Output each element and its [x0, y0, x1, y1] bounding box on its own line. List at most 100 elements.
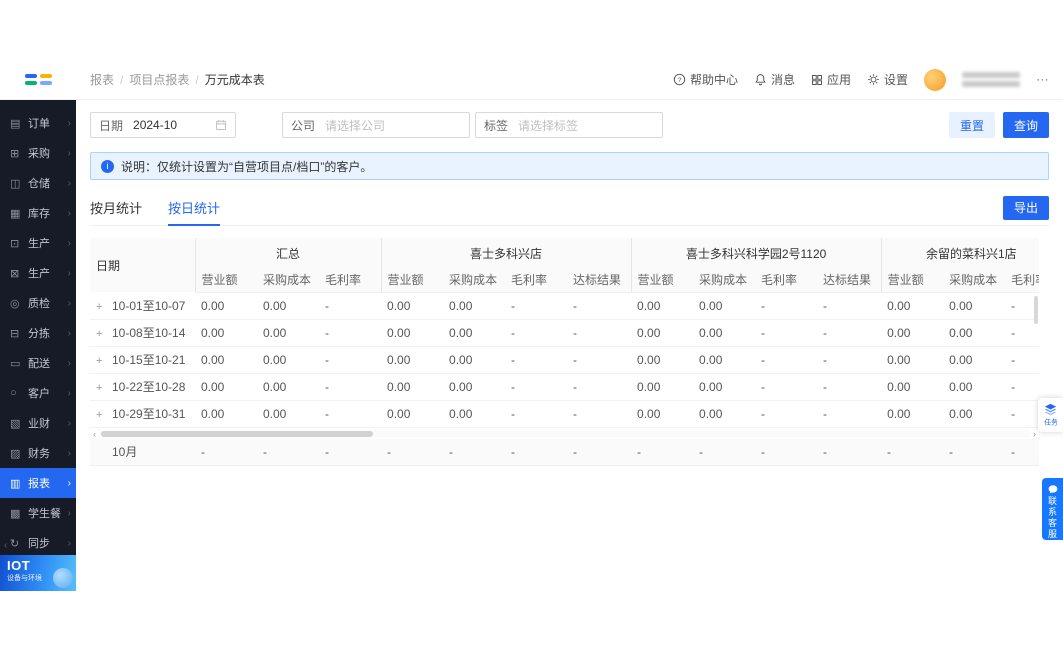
- table-cell: 0.00: [195, 400, 257, 428]
- row-date-cell: +10-29至10-31: [90, 400, 195, 428]
- query-button[interactable]: 查询: [1002, 112, 1049, 138]
- col-header: 采购成本: [257, 268, 319, 293]
- summary-row: 10月 - - - - - - - - - - - - - -: [90, 438, 1039, 466]
- sidebar-item-reports[interactable]: ▥ 报表 ›: [0, 468, 76, 498]
- table-cell: -: [567, 319, 632, 347]
- table-cell: 0.00: [631, 400, 694, 428]
- sidebar-item-orders[interactable]: ▤ 订单 ›: [0, 108, 76, 138]
- table-cell: 0.00: [943, 319, 1006, 347]
- expand-toggle[interactable]: +: [96, 355, 107, 367]
- svg-text:?: ?: [678, 77, 682, 84]
- production-2-icon: ⊠: [10, 267, 20, 280]
- user-avatar[interactable]: [924, 68, 946, 91]
- biz-finance-icon: ▧: [10, 417, 21, 430]
- table-row: +10-22至10-28 0.00 0.00-0.00 0.00- -0.00 0.00-…: [90, 373, 1039, 401]
- chevron-right-icon: ›: [67, 267, 71, 279]
- breadcrumb-item[interactable]: 项目点报表: [129, 71, 189, 88]
- table-cell: -: [943, 438, 1005, 466]
- scrollbar-track[interactable]: [99, 429, 1030, 438]
- sidebar-item-label: 学生餐: [28, 508, 61, 520]
- contact-support-widget[interactable]: 联系客服: [1042, 478, 1063, 540]
- iot-robot-image: [53, 568, 73, 588]
- tasks-widget[interactable]: 任务: [1038, 398, 1063, 432]
- company-filter[interactable]: 公司 请选择公司: [282, 112, 470, 138]
- help-center-link[interactable]: ? 帮助中心: [673, 71, 738, 88]
- expand-toggle[interactable]: +: [96, 328, 107, 340]
- breadcrumb: 报表 / 项目点报表 / 万元成本表: [90, 71, 265, 88]
- app-logo[interactable]: [0, 60, 76, 100]
- date-filter-value: 2024-10: [133, 118, 178, 132]
- tag-filter-placeholder: 请选择标签: [518, 118, 579, 133]
- sidebar-item-student-meal[interactable]: ▩ 学生餐 ›: [0, 498, 76, 528]
- expand-toggle[interactable]: +: [96, 301, 107, 313]
- sidebar-item-label: 采购: [28, 148, 50, 160]
- company-filter-placeholder: 请选择公司: [325, 118, 386, 133]
- vertical-scrollbar-thumb[interactable]: [1034, 296, 1038, 324]
- expand-toggle[interactable]: +: [96, 382, 107, 394]
- col-header: 毛利率: [1005, 268, 1039, 293]
- finance-icon: ▨: [10, 447, 21, 460]
- reset-button[interactable]: 重置: [948, 112, 995, 138]
- sidebar-item-label: 业财: [28, 418, 50, 430]
- tab-monthly[interactable]: 按月统计: [90, 190, 142, 225]
- settings-label: 设置: [883, 73, 908, 87]
- table-cell: 0.00: [195, 373, 257, 401]
- export-button[interactable]: 导出: [1002, 195, 1049, 220]
- reports-icon: ▥: [10, 477, 21, 490]
- table-cell: 0.00: [257, 292, 319, 320]
- col-header: 营业额: [880, 268, 944, 293]
- table-cell: -: [195, 438, 257, 466]
- chevron-right-icon: ›: [67, 537, 71, 549]
- table-cell: -: [505, 373, 568, 401]
- settings-link[interactable]: 设置: [867, 71, 908, 88]
- warehouse-icon: ◫: [10, 177, 21, 190]
- table-cell: 0.00: [257, 346, 319, 374]
- filter-buttons: 重置 查询: [948, 112, 1049, 138]
- table-cell: -: [567, 373, 632, 401]
- chevron-right-icon: ›: [67, 507, 71, 519]
- sidebar-item-purchase[interactable]: ⊞ 采购 ›: [0, 138, 76, 168]
- scrollbar-thumb[interactable]: [101, 430, 373, 437]
- date-filter[interactable]: 日期 2024-10: [90, 112, 236, 138]
- sidebar-item-customers[interactable]: ○ 客户 ›: [0, 378, 76, 408]
- sidebar-item-sorting[interactable]: ⊟ 分拣 ›: [0, 318, 76, 348]
- customers-icon: ○: [10, 387, 17, 399]
- tag-filter[interactable]: 标签 请选择标签: [475, 112, 663, 138]
- col-header: 营业额: [380, 268, 444, 293]
- quality-icon: ◎: [10, 297, 20, 310]
- sidebar-item-inventory[interactable]: ▦ 库存 ›: [0, 198, 76, 228]
- chevron-right-icon: ›: [67, 177, 71, 189]
- table-cell: -: [505, 319, 568, 347]
- table-cell: 0.00: [881, 346, 944, 374]
- filter-bar: 日期 2024-10 公司 请选择公司 标签 请选择标签 重置 查询: [76, 100, 1063, 148]
- tab-daily[interactable]: 按日统计: [168, 190, 221, 226]
- group-header: 喜士多科兴科学园2号1120: [630, 238, 882, 268]
- sidebar-item-biz-finance[interactable]: ▧ 业财 ›: [0, 408, 76, 438]
- more-menu-icon[interactable]: ⋯: [1036, 72, 1049, 88]
- col-header: 采购成本: [443, 268, 506, 293]
- sidebar-item-production-2[interactable]: ⊠ 生产 ›: [0, 258, 76, 288]
- sidebar-item-label: 同步: [28, 538, 50, 550]
- inventory-icon: ▦: [10, 207, 21, 220]
- sidebar-footer-iot[interactable]: IOT 设备与环境: [0, 555, 76, 591]
- sidebar-collapse-icon[interactable]: ‹: [4, 540, 7, 551]
- sidebar-item-delivery[interactable]: ▭ 配送 ›: [0, 348, 76, 378]
- table-cell: -: [755, 373, 818, 401]
- sidebar-item-production-1[interactable]: ⊡ 生产 ›: [0, 228, 76, 258]
- breadcrumb-item[interactable]: 报表: [90, 71, 114, 88]
- sidebar-item-sync[interactable]: ↻ 同步 ›: [0, 528, 76, 558]
- messages-link[interactable]: 消息: [754, 71, 795, 88]
- table-cell: 0.00: [943, 373, 1006, 401]
- purchase-icon: ⊞: [10, 147, 20, 160]
- logo-mark: [39, 81, 52, 85]
- table-cell: 0.00: [381, 373, 444, 401]
- scroll-left-icon[interactable]: ‹: [90, 429, 99, 439]
- expand-toggle[interactable]: +: [96, 409, 107, 421]
- table-cell: 0.00: [631, 319, 694, 347]
- sidebar-item-quality[interactable]: ◎ 质检 ›: [0, 288, 76, 318]
- table-cell: 0.00: [381, 400, 444, 428]
- table-cell: -: [381, 438, 443, 466]
- apps-link[interactable]: 应用: [811, 71, 851, 88]
- sidebar-item-finance[interactable]: ▨ 财务 ›: [0, 438, 76, 468]
- sidebar-item-warehouse[interactable]: ◫ 仓储 ›: [0, 168, 76, 198]
